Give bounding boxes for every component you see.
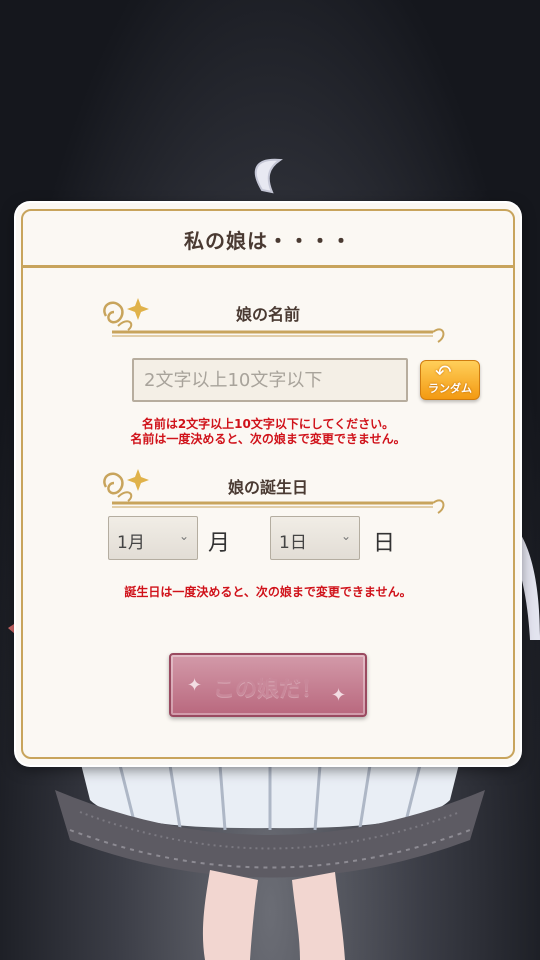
day-unit-label: 日 bbox=[373, 531, 396, 556]
name-lock-note: 名前は一度決めると、次の娘まで変更できません。 bbox=[130, 432, 406, 446]
month-unit-label: 月 bbox=[208, 531, 231, 556]
chevron-down-icon: ⌄ bbox=[340, 529, 351, 543]
name-input[interactable] bbox=[132, 358, 408, 402]
random-name-button[interactable]: ↶ ランダム bbox=[420, 360, 480, 400]
month-select[interactable]: 1月 ⌄ bbox=[108, 516, 198, 560]
chevron-down-icon: ⌄ bbox=[178, 529, 189, 543]
confirm-button-label: この娘だ！ bbox=[212, 677, 323, 702]
birthday-heading: 娘の誕生日 bbox=[227, 478, 308, 497]
title-divider bbox=[21, 265, 515, 268]
name-heading: 娘の名前 bbox=[235, 305, 300, 324]
name-rule-note: 名前は2文字以上10文字以下にしてください。 bbox=[141, 417, 395, 431]
dialog-title: 私の娘は・・・・ bbox=[184, 229, 352, 253]
day-select[interactable]: 1日 ⌄ bbox=[270, 516, 360, 560]
daughter-setup-dialog: 私の娘は・・・・ 娘の名前 ↶ ランダム 名前は2文字以上10文字以下にしてくだ… bbox=[16, 203, 520, 765]
day-value: 1日 bbox=[279, 533, 307, 553]
random-button-label: ランダム bbox=[428, 382, 472, 395]
month-value: 1月 bbox=[117, 533, 145, 553]
confirm-daughter-button[interactable]: ✦ ✦ この娘だ！ bbox=[169, 653, 367, 717]
birthday-lock-note: 誕生日は一度決めると、次の娘まで変更できません。 bbox=[124, 585, 412, 599]
